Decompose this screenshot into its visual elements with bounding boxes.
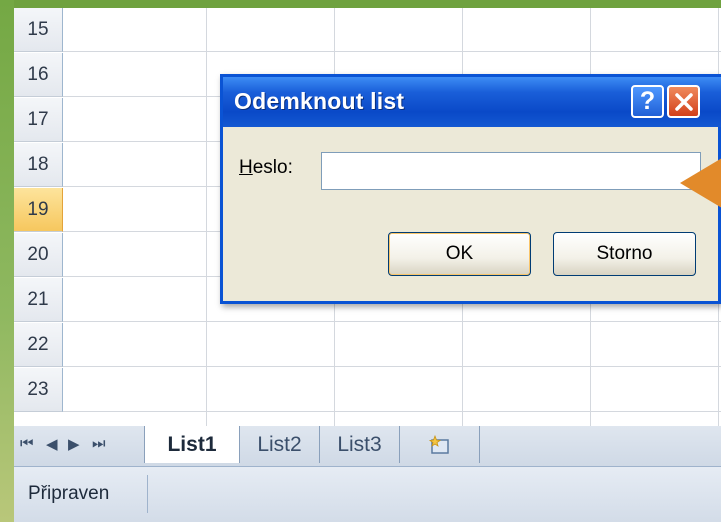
tab-list1[interactable]: List1 bbox=[144, 426, 240, 463]
row-header[interactable]: 15 bbox=[14, 8, 63, 52]
status-text: Připraven bbox=[28, 483, 110, 504]
row-header[interactable]: 17 bbox=[14, 98, 63, 142]
insert-sheet-icon bbox=[428, 434, 449, 454]
unprotect-sheet-dialog: Odemknout list ? Heslo: OK Storno bbox=[220, 74, 721, 304]
tab-list3[interactable]: List3 bbox=[320, 426, 400, 463]
sheet-tab-bar: ⏮ ◀ ▶ ⏭ List1 List2 List3 bbox=[14, 426, 721, 467]
help-icon: ? bbox=[639, 87, 656, 115]
close-icon bbox=[674, 92, 693, 111]
status-bar: Připraven bbox=[14, 467, 721, 522]
row-header[interactable]: 23 bbox=[14, 368, 63, 412]
last-sheet-icon[interactable]: ⏭ bbox=[92, 435, 106, 452]
cancel-button[interactable]: Storno bbox=[553, 232, 696, 276]
password-input[interactable] bbox=[321, 152, 701, 190]
row-header[interactable]: 16 bbox=[14, 53, 63, 97]
pointer-arrow-icon bbox=[680, 158, 721, 208]
window-frame-top bbox=[0, 0, 721, 8]
row-header[interactable]: 20 bbox=[14, 233, 63, 277]
window-frame-left bbox=[0, 0, 14, 522]
row-header[interactable]: 22 bbox=[14, 323, 63, 367]
dialog-titlebar[interactable]: Odemknout list ? bbox=[223, 77, 721, 127]
row-header[interactable]: 21 bbox=[14, 278, 63, 322]
prev-sheet-icon[interactable]: ◀ bbox=[46, 435, 58, 453]
password-label: Heslo: bbox=[239, 157, 293, 179]
dialog-title: Odemknout list bbox=[234, 88, 405, 114]
ok-button[interactable]: OK bbox=[388, 232, 531, 276]
row-header[interactable]: 18 bbox=[14, 143, 63, 187]
first-sheet-icon[interactable]: ⏮ bbox=[20, 435, 34, 452]
next-sheet-icon[interactable]: ▶ bbox=[68, 435, 80, 453]
insert-sheet-tab[interactable] bbox=[400, 426, 480, 463]
help-button[interactable]: ? bbox=[631, 85, 664, 118]
grid-row[interactable]: 22 bbox=[14, 323, 721, 367]
tab-list2[interactable]: List2 bbox=[240, 426, 320, 463]
grid-row[interactable]: 15 bbox=[14, 8, 721, 52]
password-label-accesskey: H bbox=[239, 157, 253, 178]
close-button[interactable] bbox=[667, 85, 700, 118]
grid-row[interactable]: 23 bbox=[14, 368, 721, 412]
row-header-selected[interactable]: 19 bbox=[14, 188, 63, 232]
status-separator bbox=[147, 475, 148, 513]
password-label-text: eslo: bbox=[252, 157, 293, 178]
